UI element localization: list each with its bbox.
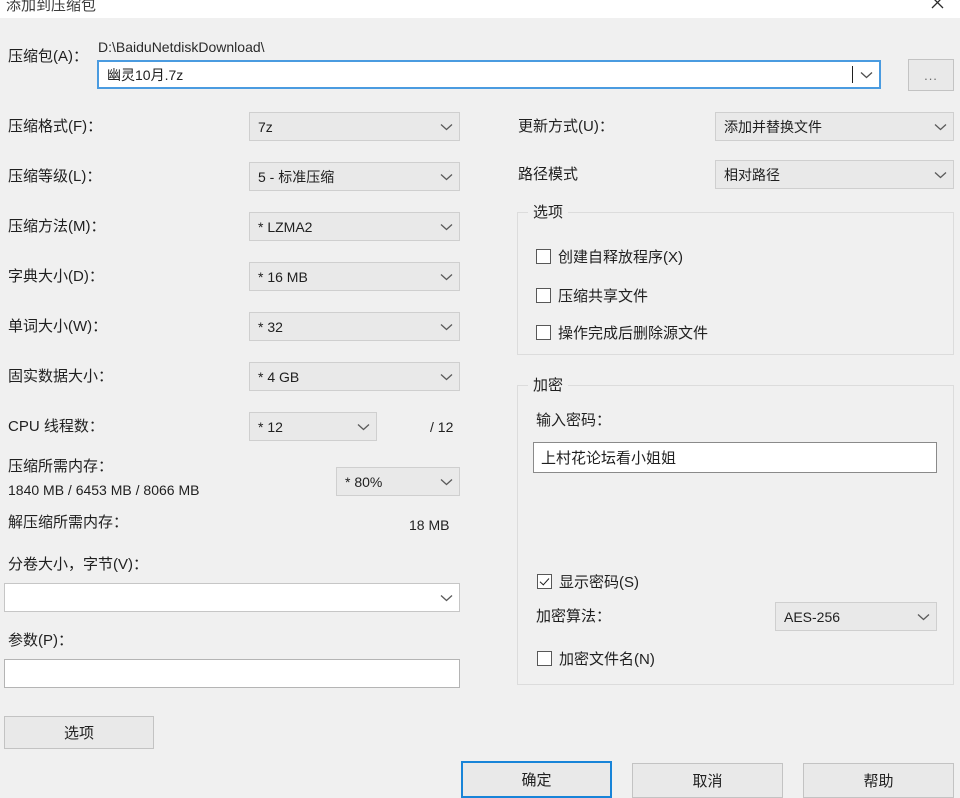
- method-select[interactable]: * LZMA2: [249, 212, 460, 241]
- word-size-select[interactable]: * 32: [249, 312, 460, 341]
- encryption-group-title: 加密: [528, 378, 569, 394]
- window-title: 添加到压缩包: [6, 0, 97, 14]
- memory-compress-label: 压缩所需内存：: [8, 458, 114, 475]
- volume-size-input[interactable]: [4, 583, 460, 612]
- archive-label: 压缩包(A)：: [8, 48, 88, 65]
- checkbox-label: 操作完成后删除源文件: [558, 325, 709, 342]
- cpu-threads-total: / 12: [430, 419, 454, 435]
- chevron-down-icon[interactable]: [433, 313, 459, 340]
- checkbox-label: 加密文件名(N): [559, 651, 655, 668]
- password-value: 上村花论坛看小姐姐: [541, 450, 677, 467]
- solid-block-value: * 4 GB: [258, 368, 300, 385]
- ok-button[interactable]: 确定: [461, 761, 612, 798]
- checkbox-icon[interactable]: [536, 249, 551, 264]
- checkbox-create-sfx[interactable]: 创建自释放程序(X): [536, 246, 683, 267]
- checkbox-icon[interactable]: [536, 325, 551, 340]
- options-group-title: 选项: [528, 205, 569, 221]
- chevron-down-icon[interactable]: [927, 113, 953, 140]
- archive-name-input[interactable]: 幽灵10月.7z: [97, 60, 881, 89]
- path-mode-value: 相对路径: [724, 166, 780, 183]
- checkbox-icon[interactable]: [536, 288, 551, 303]
- update-mode-label: 更新方式(U)：: [518, 118, 614, 135]
- path-mode-label: 路径模式: [518, 166, 579, 183]
- solid-block-select[interactable]: * 4 GB: [249, 362, 460, 391]
- checkbox-compress-shared[interactable]: 压缩共享文件: [536, 285, 648, 306]
- cpu-threads-label: CPU 线程数：: [8, 418, 104, 435]
- password-input[interactable]: 上村花论坛看小姐姐: [533, 442, 937, 473]
- chevron-down-icon[interactable]: [433, 113, 459, 140]
- browse-button[interactable]: ...: [908, 59, 954, 91]
- checkbox-show-password[interactable]: 显示密码(S): [537, 571, 639, 592]
- update-mode-select[interactable]: 添加并替换文件: [715, 112, 954, 141]
- checkbox-label: 压缩共享文件: [558, 288, 649, 305]
- level-label: 压缩等级(L)：: [8, 168, 102, 185]
- add-to-archive-dialog: 添加到压缩包 压缩包(A)： D:\BaiduNetdiskDownload\ …: [0, 0, 960, 798]
- parameters-input[interactable]: [4, 659, 460, 688]
- chevron-down-icon[interactable]: [350, 413, 376, 440]
- chevron-down-icon[interactable]: [433, 163, 459, 190]
- path-mode-select[interactable]: 相对路径: [715, 160, 954, 189]
- method-value: * LZMA2: [258, 218, 313, 235]
- word-size-label: 单词大小(W)：: [8, 318, 108, 335]
- update-mode-value: 添加并替换文件: [724, 118, 822, 135]
- title-bar: 添加到压缩包: [0, 0, 960, 18]
- format-value: 7z: [258, 118, 273, 135]
- format-label: 压缩格式(F)：: [8, 118, 103, 135]
- cancel-button[interactable]: 取消: [632, 763, 783, 798]
- level-select[interactable]: 5 - 标准压缩: [249, 162, 460, 191]
- format-select[interactable]: 7z: [249, 112, 460, 141]
- cpu-threads-value: * 12: [258, 418, 283, 435]
- archive-path: D:\BaiduNetdiskDownload\: [98, 39, 265, 55]
- dictionary-value: * 16 MB: [258, 268, 308, 285]
- checkbox-label: 创建自释放程序(X): [558, 249, 683, 266]
- checkbox-encrypt-filenames[interactable]: 加密文件名(N): [537, 648, 655, 669]
- options-button[interactable]: 选项: [4, 716, 154, 749]
- chevron-down-icon[interactable]: [433, 263, 459, 290]
- dictionary-label: 字典大小(D)：: [8, 268, 104, 285]
- chevron-down-icon[interactable]: [433, 468, 459, 495]
- encryption-group: [517, 385, 954, 685]
- encryption-algorithm-value: AES-256: [784, 608, 841, 625]
- memory-usage-percent-select[interactable]: * 80%: [336, 467, 460, 496]
- encryption-algorithm-select[interactable]: AES-256: [775, 602, 937, 631]
- dictionary-select[interactable]: * 16 MB: [249, 262, 460, 291]
- word-size-value: * 32: [258, 318, 283, 335]
- method-label: 压缩方法(M)：: [8, 218, 106, 235]
- checkbox-delete-after[interactable]: 操作完成后删除源文件: [536, 322, 708, 343]
- memory-compress-value: 1840 MB / 6453 MB / 8066 MB: [8, 482, 200, 498]
- level-value: 5 - 标准压缩: [258, 168, 335, 185]
- checkbox-icon[interactable]: [537, 574, 552, 589]
- close-icon[interactable]: [914, 0, 960, 18]
- cpu-threads-select[interactable]: * 12: [249, 412, 377, 441]
- chevron-down-icon[interactable]: [927, 161, 953, 188]
- chevron-down-icon[interactable]: [433, 584, 459, 611]
- archive-name-value: 幽灵10月.7z: [107, 66, 184, 83]
- chevron-down-icon[interactable]: [910, 603, 936, 630]
- chevron-down-icon[interactable]: [433, 213, 459, 240]
- password-label: 输入密码：: [536, 412, 612, 429]
- chevron-down-icon[interactable]: [853, 62, 879, 87]
- memory-decompress-label: 解压缩所需内存：: [8, 514, 129, 531]
- parameters-label: 参数(P)：: [8, 632, 73, 649]
- encryption-algorithm-label: 加密算法：: [536, 608, 612, 625]
- checkbox-icon[interactable]: [537, 651, 552, 666]
- chevron-down-icon[interactable]: [433, 363, 459, 390]
- checkbox-label: 显示密码(S): [559, 574, 639, 591]
- memory-usage-percent-value: * 80%: [345, 473, 383, 490]
- memory-decompress-value: 18 MB: [409, 517, 450, 533]
- solid-block-label: 固实数据大小：: [8, 368, 114, 385]
- help-button[interactable]: 帮助: [803, 763, 954, 798]
- volume-size-label: 分卷大小，字节(V)：: [8, 556, 148, 573]
